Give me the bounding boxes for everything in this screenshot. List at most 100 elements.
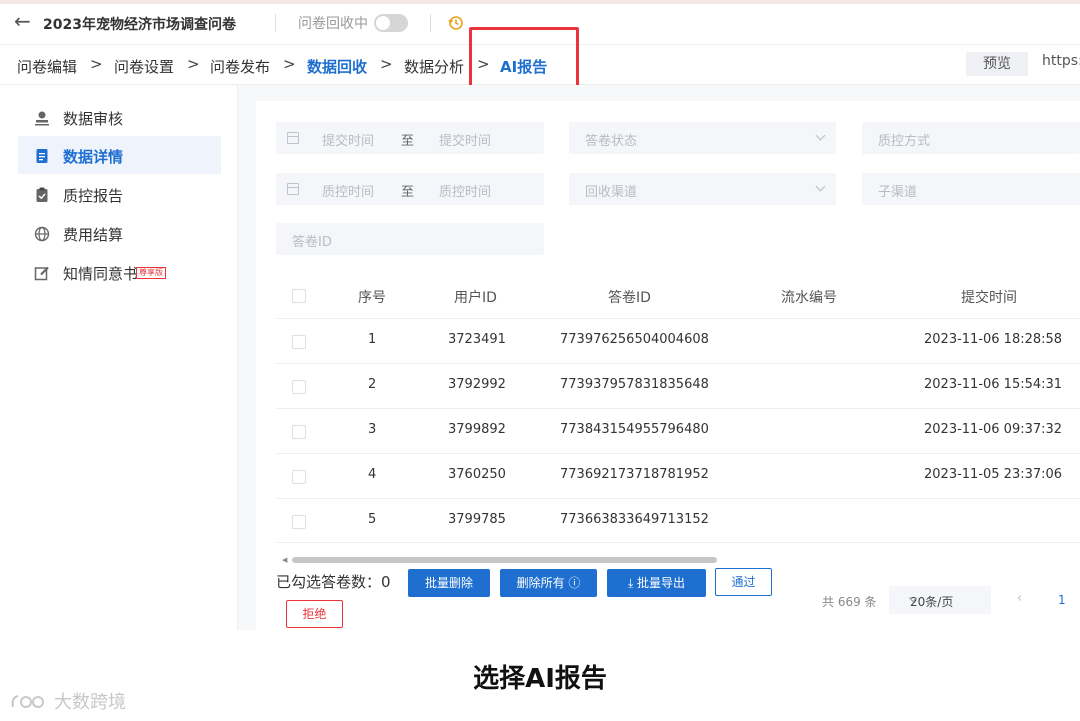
row-checkbox[interactable]	[292, 470, 306, 484]
sidebar-item-label: 费用结算	[63, 226, 124, 244]
status-select-placeholder: 答卷状态	[585, 134, 638, 149]
approve-button[interactable]: 通过	[715, 568, 772, 596]
scroll-left-arrow[interactable]: ◀	[282, 556, 287, 564]
edit-icon	[34, 266, 49, 281]
tab-settings[interactable]: 问卷设置	[114, 56, 174, 77]
qc-method-placeholder: 质控方式	[878, 134, 931, 149]
sidebar-item-qc-report[interactable]: 质控报告	[18, 175, 221, 213]
row-checkbox[interactable]	[292, 335, 306, 349]
cell-submit-time: 2023-11-06 09:37:32	[924, 422, 1063, 437]
tab-edit[interactable]: 问卷编辑	[17, 56, 77, 77]
sidebar-item-label: 知情同意书	[63, 265, 139, 283]
table-row[interactable]: 5 3799785 773663833649713152	[276, 498, 1080, 543]
brand-logo-icon	[11, 695, 44, 708]
prev-page-button[interactable]: ‹	[1017, 591, 1022, 606]
sidebar-item-data-review[interactable]: 数据审核	[18, 98, 221, 136]
calendar-icon	[287, 132, 299, 144]
cell-answer-id: 773937957831835648	[560, 377, 709, 392]
column-header-user-id: 用户ID	[454, 290, 497, 306]
channel-select[interactable]: 回收渠道	[569, 173, 836, 205]
watermark-text: 大数跨境	[54, 692, 126, 713]
channel-select-placeholder: 回收渠道	[585, 185, 638, 200]
horizontal-scrollbar[interactable]	[292, 557, 717, 563]
qc-time-range[interactable]: 质控时间 至 质控时间	[276, 173, 544, 205]
row-checkbox[interactable]	[292, 380, 306, 394]
row-checkbox[interactable]	[292, 425, 306, 439]
cell-index: 3	[368, 422, 377, 437]
batch-delete-button[interactable]: 批量删除	[408, 569, 490, 597]
user-review-icon	[35, 111, 49, 126]
chevron-right-icon: >	[187, 55, 200, 73]
range-separator: 至	[401, 134, 415, 149]
cell-user-id: 3799892	[448, 422, 506, 437]
cell-user-id: 3792992	[448, 377, 506, 392]
page-size-select[interactable]: 20条/页	[889, 586, 991, 614]
sidebar-item-label: 数据详情	[63, 148, 124, 166]
cell-answer-id: 773663833649713152	[560, 512, 709, 527]
chevron-down-icon	[815, 130, 826, 141]
clipboard-check-icon	[36, 187, 48, 202]
answer-id-placeholder: 答卷ID	[292, 235, 332, 250]
premium-badge: 尊享版	[136, 267, 166, 279]
tab-data-analysis[interactable]: 数据分析	[404, 56, 464, 77]
table-row[interactable]: 1 3723491 773976256504004608 2023-11-06 …	[276, 318, 1080, 363]
cell-answer-id: 773976256504004608	[560, 332, 709, 347]
calendar-icon	[287, 183, 299, 195]
answer-id-input[interactable]: 答卷ID	[276, 223, 544, 255]
row-checkbox[interactable]	[292, 515, 306, 529]
sub-channel-select[interactable]: 子渠道	[862, 173, 1080, 205]
qc-method-select[interactable]: 质控方式	[862, 122, 1080, 154]
sidebar-item-billing[interactable]: 费用结算	[18, 214, 221, 252]
delete-all-button[interactable]: 删除所有 ⓘ	[500, 569, 597, 597]
page-number[interactable]: 1	[1058, 593, 1066, 607]
range-separator: 至	[401, 185, 415, 200]
cell-submit-time: 2023-11-05 23:37:06	[924, 467, 1063, 482]
reject-button[interactable]: 拒绝	[286, 600, 343, 628]
page-size-value: 20条/页	[910, 595, 954, 609]
history-icon[interactable]	[448, 15, 464, 31]
cell-index: 2	[368, 377, 377, 392]
sidebar-item-data-details[interactable]: 数据详情	[18, 136, 221, 174]
cell-index: 5	[368, 512, 377, 527]
cell-user-id: 3723491	[448, 332, 506, 347]
chevron-down-icon	[815, 181, 826, 192]
cell-submit-time: 2023-11-06 15:54:31	[924, 377, 1063, 392]
preview-button[interactable]: 预览	[966, 52, 1028, 76]
globe-icon	[34, 226, 50, 242]
arrow-left-icon[interactable]: ←	[14, 9, 31, 33]
cell-user-id: 3799785	[448, 512, 506, 527]
cell-answer-id: 773692173718781952	[560, 467, 709, 482]
tab-data-collection[interactable]: 数据回收	[307, 56, 367, 77]
cell-user-id: 3760250	[448, 467, 506, 482]
submit-time-range[interactable]: 提交时间 至 提交时间	[276, 122, 544, 154]
status-select[interactable]: 答卷状态	[569, 122, 836, 154]
table-row[interactable]: 3 3799892 773843154955796480 2023-11-06 …	[276, 408, 1080, 453]
submit-end-input[interactable]: 提交时间	[439, 130, 491, 149]
table-row[interactable]: 4 3760250 773692173718781952 2023-11-05 …	[276, 453, 1080, 498]
column-header-index: 序号	[358, 290, 386, 306]
collecting-toggle[interactable]	[374, 14, 408, 32]
total-count: 共 669 条	[822, 595, 877, 609]
cell-index: 4	[368, 467, 377, 482]
submit-start-input[interactable]: 提交时间	[322, 130, 374, 149]
cell-index: 1	[368, 332, 377, 347]
selected-count: 已勾选答卷数：0	[276, 573, 391, 591]
tab-publish[interactable]: 问卷发布	[210, 56, 270, 77]
watermark: 大数跨境	[10, 688, 126, 714]
survey-url[interactable]: https:/	[1042, 53, 1080, 69]
toggle-knob	[376, 16, 390, 30]
select-all-checkbox[interactable]	[292, 289, 306, 303]
qc-start-input[interactable]: 质控时间	[322, 181, 374, 200]
batch-export-button[interactable]: ⤓ 批量导出	[607, 569, 706, 597]
divider	[275, 14, 276, 32]
sidebar-item-consent[interactable]: 知情同意书 尊享版	[18, 253, 221, 291]
table-row[interactable]: 2 3792992 773937957831835648 2023-11-06 …	[276, 363, 1080, 408]
sidebar: 数据审核 数据详情 质控报告 费用结算 知情同意书 尊享版	[0, 85, 238, 630]
chevron-right-icon: >	[90, 55, 103, 73]
qc-end-input[interactable]: 质控时间	[439, 181, 491, 200]
sidebar-item-label: 质控报告	[63, 187, 124, 205]
sub-channel-placeholder: 子渠道	[878, 185, 918, 200]
column-header-submit-time: 提交时间	[961, 290, 1017, 306]
cell-submit-time: 2023-11-06 18:28:58	[924, 332, 1063, 347]
chevron-right-icon: >	[380, 55, 393, 73]
